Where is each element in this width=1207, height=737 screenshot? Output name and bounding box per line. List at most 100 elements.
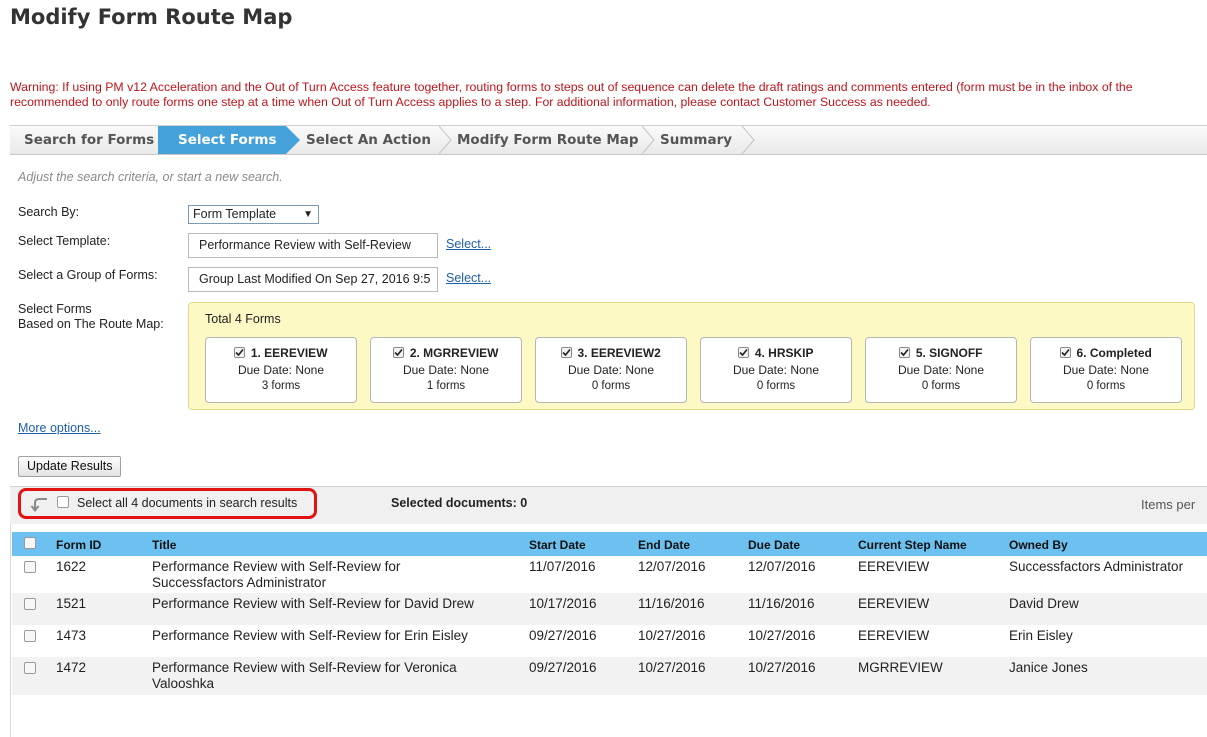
- update-results-button[interactable]: Update Results: [18, 456, 122, 477]
- route-step-due: Due Date: None: [567, 363, 655, 377]
- cell-owned-by: Janice Jones: [1009, 660, 1088, 675]
- route-step-name: 3. EEREVIEW2: [577, 346, 661, 360]
- cell-current-step: EEREVIEW: [858, 628, 930, 643]
- wizard-step-label: Modify Form Route Map: [457, 132, 639, 148]
- wizard-step-select-an-action[interactable]: Select An Action: [302, 126, 442, 154]
- wizard-steps: Search for Forms Select Forms Select An …: [10, 125, 1207, 155]
- checkbox-checked-icon[interactable]: [738, 347, 750, 358]
- cell-owned-by: Erin Eisley: [1009, 628, 1073, 643]
- table-row[interactable]: 1473 Performance Review with Self-Review…: [12, 625, 1207, 657]
- cell-owned-by: Successfactors Administrator: [1009, 559, 1184, 574]
- chevron-right-icon: [741, 126, 755, 154]
- select-all-checkbox[interactable]: [57, 496, 69, 508]
- page-title: Modify Form Route Map: [10, 5, 293, 29]
- checkbox-checked-icon[interactable]: [234, 347, 246, 358]
- route-map-label-line-2: Based on The Route Map:: [18, 317, 164, 331]
- selected-documents-count: Selected documents: 0: [391, 496, 528, 510]
- search-by-select[interactable]: Form Template ▼: [188, 205, 319, 224]
- route-map-panel: Total 4 Forms 1. EEREVIEW Due Date: None…: [188, 302, 1195, 410]
- wizard-step-label: Select Forms: [178, 132, 277, 148]
- table-row[interactable]: 1622 Performance Review with Self-Review…: [12, 556, 1207, 593]
- row-select-checkbox[interactable]: [24, 561, 36, 573]
- route-step-card[interactable]: 3. EEREVIEW2 Due Date: None 0 forms: [535, 337, 687, 403]
- wizard-step-search-for-forms[interactable]: Search for Forms: [10, 126, 160, 154]
- warning-message: Warning: If using PM v12 Acceleration an…: [10, 80, 1207, 110]
- wizard-step-modify-form-route-map[interactable]: Modify Form Route Map: [456, 126, 642, 154]
- route-step-count: 3 forms: [261, 380, 301, 392]
- route-step-card[interactable]: 2. MGRREVIEW Due Date: None 1 forms: [370, 337, 522, 403]
- cell-owned-by: David Drew: [1009, 596, 1079, 611]
- cell-form-id: 1622: [56, 559, 87, 574]
- cell-current-step: EEREVIEW: [858, 596, 930, 611]
- route-map-label: Select Forms Based on The Route Map:: [18, 302, 164, 332]
- table-row[interactable]: 1472 Performance Review with Self-Review…: [12, 657, 1207, 695]
- cell-due-date: 12/07/2016: [748, 559, 816, 574]
- cell-start-date: 09/27/2016: [529, 660, 597, 675]
- wizard-step-label: Summary: [660, 132, 733, 148]
- template-field[interactable]: Performance Review with Self-Review: [188, 233, 438, 258]
- checkbox-checked-icon[interactable]: [393, 347, 405, 358]
- route-step-count: 0 forms: [591, 380, 631, 392]
- table-header: Form ID Title Start Date End Date Due Da…: [12, 532, 1207, 556]
- search-hint: Adjust the search criteria, or start a n…: [18, 170, 283, 184]
- route-step-card[interactable]: 5. SIGNOFF Due Date: None 0 forms: [865, 337, 1017, 403]
- dropdown-arrow-icon: ▼: [303, 209, 313, 220]
- column-header-current-step[interactable]: Current Step Name: [858, 538, 967, 552]
- wizard-step-label: Select An Action: [306, 132, 431, 148]
- cell-title[interactable]: Performance Review with Self-Review for …: [152, 628, 522, 644]
- route-step-due: Due Date: None: [732, 363, 820, 377]
- cell-end-date: 11/16/2016: [638, 596, 705, 611]
- select-all-label: Select all 4 documents in search results: [77, 496, 298, 510]
- cell-start-date: 09/27/2016: [529, 628, 597, 643]
- group-field[interactable]: Group Last Modified On Sep 27, 2016 9:5: [188, 267, 438, 292]
- route-step-count: 1 forms: [426, 380, 466, 392]
- return-arrow-icon[interactable]: [30, 495, 50, 513]
- warning-line-1: Warning: If using PM v12 Acceleration an…: [10, 80, 1133, 94]
- row-select-checkbox[interactable]: [24, 662, 36, 674]
- cell-form-id: 1521: [56, 596, 87, 611]
- cell-form-id: 1472: [56, 660, 87, 675]
- column-header-title[interactable]: Title: [152, 538, 176, 552]
- header-select-checkbox[interactable]: [24, 537, 36, 549]
- column-header-form-id[interactable]: Form ID: [56, 538, 101, 552]
- route-step-count: 0 forms: [921, 380, 961, 392]
- cell-title[interactable]: Performance Review with Self-Review for …: [152, 660, 492, 692]
- items-per-page-label: Items per: [1141, 497, 1196, 512]
- route-step-card[interactable]: 4. HRSKIP Due Date: None 0 forms: [700, 337, 852, 403]
- chevron-right-icon: [641, 126, 655, 154]
- cell-start-date: 10/17/2016: [529, 596, 597, 611]
- group-select-link[interactable]: Select...: [446, 271, 491, 285]
- checkbox-checked-icon[interactable]: [899, 347, 911, 358]
- cell-title[interactable]: Performance Review with Self-Review for …: [152, 559, 482, 591]
- checkbox-checked-icon[interactable]: [561, 347, 573, 358]
- column-header-start-date[interactable]: Start Date: [529, 538, 586, 552]
- wizard-step-select-forms[interactable]: Select Forms: [158, 126, 286, 154]
- row-select-checkbox[interactable]: [24, 630, 36, 642]
- group-label: Select a Group of Forms:: [18, 268, 158, 282]
- route-step-due: Due Date: None: [237, 363, 325, 377]
- row-select-checkbox[interactable]: [24, 598, 36, 610]
- cell-due-date: 10/27/2016: [748, 660, 816, 675]
- cell-due-date: 11/16/2016: [748, 596, 815, 611]
- route-step-name: 5. SIGNOFF: [915, 346, 983, 360]
- column-header-owned-by[interactable]: Owned By: [1009, 538, 1068, 552]
- column-header-end-date[interactable]: End Date: [638, 538, 690, 552]
- cell-end-date: 12/07/2016: [638, 559, 706, 574]
- wizard-step-summary[interactable]: Summary: [658, 126, 744, 154]
- wizard-step-label: Search for Forms: [24, 132, 155, 148]
- cell-title[interactable]: Performance Review with Self-Review for …: [152, 596, 522, 612]
- route-step-count: 0 forms: [1086, 380, 1126, 392]
- table-row[interactable]: 1521 Performance Review with Self-Review…: [12, 593, 1207, 625]
- route-step-card[interactable]: 6. Completed Due Date: None 0 forms: [1030, 337, 1182, 403]
- route-step-card[interactable]: 1. EEREVIEW Due Date: None 3 forms: [205, 337, 357, 403]
- template-label: Select Template:: [18, 234, 111, 248]
- cell-due-date: 10/27/2016: [748, 628, 816, 643]
- warning-line-2: recommended to only route forms one step…: [10, 95, 931, 109]
- route-step-due: Due Date: None: [1062, 363, 1150, 377]
- template-select-link[interactable]: Select...: [446, 237, 491, 251]
- chevron-right-icon: [438, 126, 452, 154]
- route-map-label-line-1: Select Forms: [18, 302, 92, 316]
- more-options-link[interactable]: More options...: [18, 421, 101, 435]
- column-header-due-date[interactable]: Due Date: [748, 538, 800, 552]
- checkbox-checked-icon[interactable]: [1060, 347, 1072, 358]
